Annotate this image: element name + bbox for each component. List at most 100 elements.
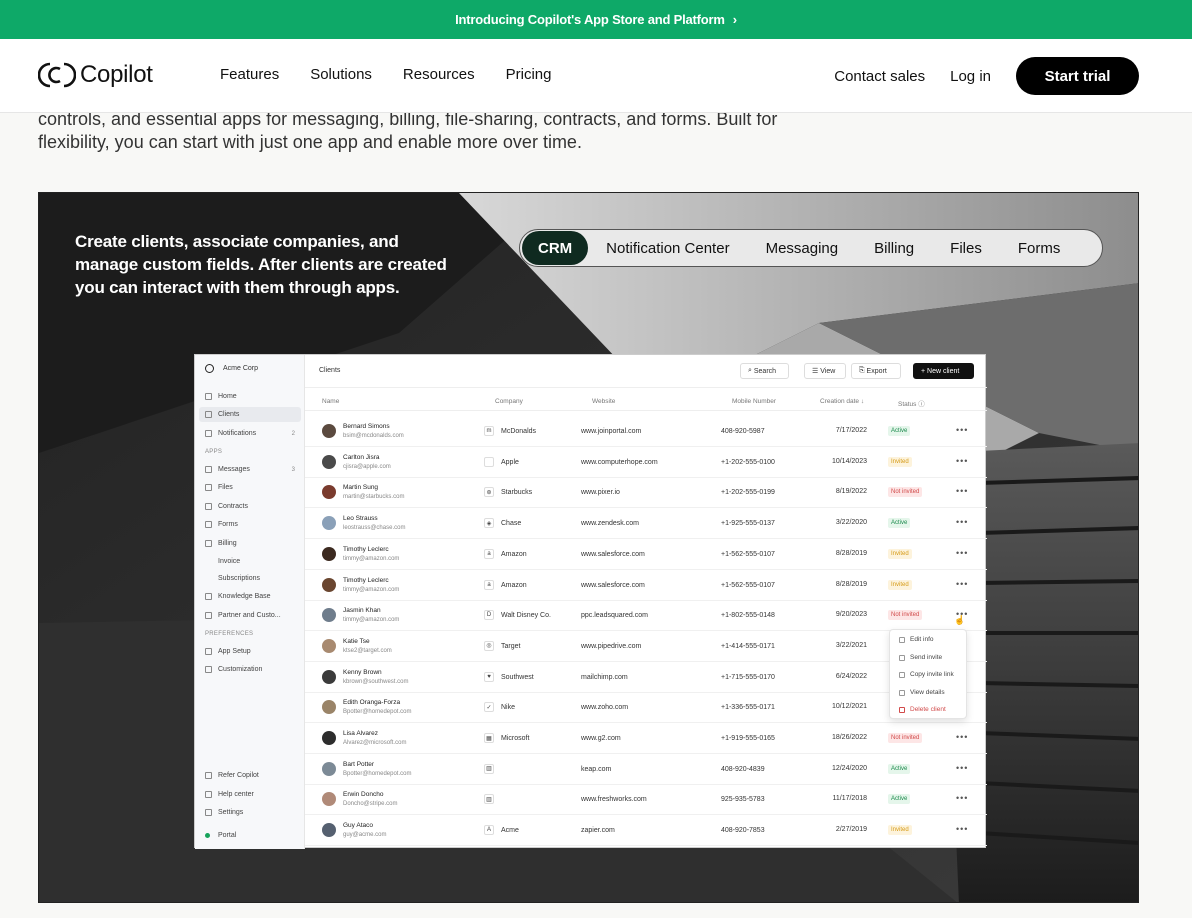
column-creation-date[interactable]: Creation date ↓: [820, 398, 864, 405]
context-view-details[interactable]: View details: [899, 689, 945, 696]
sidebar-item-knowledge-base[interactable]: Knowledge Base: [199, 589, 301, 604]
table-row[interactable]: Bart Potter Bpotter@homedepot.com ▥ keap.co…: [305, 754, 987, 785]
tab-notification-center[interactable]: Notification Center: [588, 231, 747, 265]
client-name[interactable]: Carlton Jisra: [343, 454, 379, 461]
client-name[interactable]: Jasmin Khan: [343, 607, 381, 614]
sidebar-item-contracts[interactable]: Contracts: [199, 499, 301, 514]
column-website[interactable]: Website: [592, 398, 615, 405]
table-row[interactable]: Timothy Leclerc timmy@amazon.com a Amazon ww…: [305, 539, 987, 570]
copilot-logo-icon: [38, 61, 76, 89]
more-options-icon[interactable]: •••: [956, 548, 968, 558]
sidebar-item-home[interactable]: Home: [199, 389, 301, 404]
menu-pricing[interactable]: Pricing: [506, 66, 552, 83]
table-row[interactable]: Leo Strauss leostrauss@chase.com ◈ Chase www…: [305, 508, 987, 540]
more-options-icon[interactable]: •••: [956, 579, 968, 589]
palette-icon: [205, 666, 212, 673]
client-name[interactable]: Timothy Leclerc: [343, 577, 389, 584]
column-status[interactable]: Status ⓘ: [898, 398, 925, 408]
mobile-number: 408-920-7853: [721, 827, 765, 835]
table-row[interactable]: Guy Ataco guy@acme.com A Acme zapier.com 408-…: [305, 815, 987, 847]
export-button[interactable]: ⎘ Export: [851, 363, 901, 379]
table-row[interactable]: Jasmin Khan timmy@amazon.com D Walt Disney …: [305, 600, 987, 632]
sidebar-item-clients[interactable]: Clients: [199, 407, 301, 422]
sidebar-item-messages[interactable]: Messages 3: [199, 462, 301, 477]
tab-forms[interactable]: Forms: [1000, 231, 1079, 265]
more-options-icon[interactable]: •••: [956, 793, 968, 803]
table-row[interactable]: Edith Oranga-Forza Bpotter@homedepot.com ✓…: [305, 692, 987, 724]
search-button[interactable]: ⌕ Search: [740, 363, 789, 379]
org-logo-icon: [205, 364, 214, 373]
org-switcher[interactable]: Acme Corp: [205, 364, 258, 373]
sidebar-item-subscriptions[interactable]: Subscriptions: [199, 571, 301, 586]
creation-date: 8/28/2019: [835, 549, 867, 557]
more-options-icon[interactable]: •••: [956, 763, 968, 773]
tab-crm[interactable]: CRM: [522, 231, 589, 265]
client-name[interactable]: Bernard Simons: [343, 423, 390, 430]
more-options-icon[interactable]: •••: [956, 517, 968, 527]
client-name[interactable]: Katie Tse: [343, 638, 370, 645]
website: www.joinportal.com: [581, 428, 642, 435]
column-company[interactable]: Company: [495, 398, 523, 405]
tab-files[interactable]: Files: [932, 231, 1000, 265]
sidebar-item-forms[interactable]: Forms: [199, 517, 301, 532]
view-button[interactable]: ☰ View: [804, 363, 846, 379]
sidebar-item-help-center[interactable]: Help center: [199, 787, 301, 802]
tab-messaging[interactable]: Messaging: [748, 231, 857, 265]
banner-text[interactable]: Introducing Copilot's App Store and Plat…: [455, 12, 725, 27]
context-send-invite[interactable]: Send invite: [899, 654, 942, 661]
client-name[interactable]: Edith Oranga-Forza: [343, 699, 400, 706]
portal-status-dot: [205, 833, 210, 838]
sidebar-item-portal[interactable]: Portal: [199, 828, 301, 843]
sidebar-item-settings[interactable]: Settings: [199, 805, 301, 820]
sidebar-item-invoice[interactable]: Invoice: [199, 554, 301, 569]
avatar: [322, 454, 336, 469]
table-row[interactable]: Bernard Simons bsim@mcdonalds.com m McDonal…: [305, 416, 987, 447]
more-options-icon[interactable]: •••: [956, 732, 968, 742]
log-in-link[interactable]: Log in: [950, 68, 991, 85]
new-client-button[interactable]: + New client: [913, 363, 974, 379]
sidebar-item-label: Refer Copilot: [218, 772, 259, 779]
client-name[interactable]: Lisa Alvarez: [343, 730, 378, 737]
sidebar-item-billing[interactable]: Billing: [199, 536, 301, 551]
menu-resources[interactable]: Resources: [403, 66, 475, 83]
sidebar-item-notifications[interactable]: Notifications 2: [199, 426, 301, 441]
client-name[interactable]: Leo Strauss: [343, 515, 378, 522]
table-row[interactable]: Kenny Brown kbrown@southwest.com ♥ Southwes…: [305, 662, 987, 693]
sidebar-item-files[interactable]: Files: [199, 480, 301, 495]
tab-billing[interactable]: Billing: [856, 231, 932, 265]
client-name[interactable]: Kenny Brown: [343, 669, 382, 676]
menu-features[interactable]: Features: [220, 66, 279, 83]
table-row[interactable]: Timothy Leclerc timmy@amazon.com a Amazon ww…: [305, 570, 987, 601]
start-trial-button[interactable]: Start trial: [1016, 57, 1139, 95]
column-name[interactable]: Name: [322, 398, 339, 405]
more-options-icon[interactable]: •••: [956, 824, 968, 834]
table-row[interactable]: Martin Sung martin@starbucks.com ⊛ Starbuck…: [305, 477, 987, 509]
sidebar-item-refer-copilot[interactable]: Refer Copilot: [199, 768, 301, 783]
client-name[interactable]: Erwin Doncho: [343, 791, 383, 798]
context-copy-invite-link[interactable]: Copy invite link: [899, 671, 954, 678]
more-options-icon[interactable]: •••: [956, 456, 968, 466]
sidebar-item-app-setup[interactable]: App Setup: [199, 644, 301, 659]
announcement-banner[interactable]: Introducing Copilot's App Store and Plat…: [0, 0, 1192, 39]
contact-sales-link[interactable]: Contact sales: [834, 68, 925, 85]
context-delete-client[interactable]: Delete client: [899, 706, 946, 713]
menu-solutions[interactable]: Solutions: [310, 66, 372, 83]
table-row[interactable]: Lisa Alvarez Alvarez@microsoft.com ▦ Micros…: [305, 723, 987, 754]
client-name[interactable]: Guy Ataco: [343, 822, 373, 829]
client-email: bsim@mcdonalds.com: [343, 433, 404, 439]
column-mobile-number[interactable]: Mobile Number: [732, 398, 776, 405]
table-row[interactable]: Erwin Doncho Doncho@stripe.com ▥ www.freshw…: [305, 784, 987, 816]
client-name[interactable]: Bart Potter: [343, 761, 374, 768]
context-edit-info[interactable]: Edit info: [899, 636, 934, 643]
org-name: Acme Corp: [223, 365, 259, 372]
more-options-icon[interactable]: •••: [956, 425, 968, 435]
client-name[interactable]: Timothy Leclerc: [343, 546, 389, 553]
sidebar-item-customization[interactable]: Customization: [199, 662, 301, 677]
more-options-icon[interactable]: •••: [956, 486, 968, 496]
logo[interactable]: Copilot: [38, 61, 153, 89]
table-row[interactable]: Carlton Jisra cjisra@apple.com Apple www.co…: [305, 447, 987, 478]
client-name[interactable]: Martin Sung: [343, 484, 378, 491]
sidebar-item-label: Customization: [218, 666, 263, 673]
table-row[interactable]: Katie Tse ktse2@target.com ◎ Target www.pipe…: [305, 631, 987, 662]
sidebar-item-partner[interactable]: Partner and Custo...: [199, 608, 301, 623]
